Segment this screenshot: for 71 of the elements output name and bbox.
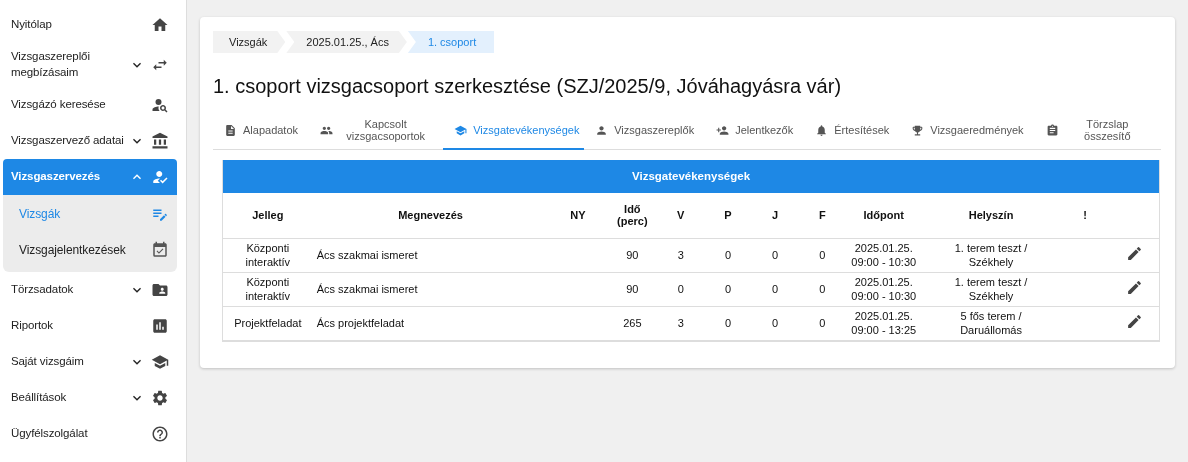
person-add-icon (716, 123, 730, 137)
sidebar-item[interactable]: Vizsgaszervezés (3, 159, 177, 195)
graduation-cap-icon (454, 123, 468, 137)
column-header: Megnevezés (312, 193, 549, 238)
tab[interactable]: Jelentkezők (705, 112, 805, 150)
table-cell: 1. terem teszt / Székhely (921, 272, 1061, 306)
sidebar-item[interactable]: Beállítások (3, 380, 177, 416)
sidebar-item[interactable]: Riportok (3, 308, 177, 344)
column-header: J (751, 193, 799, 238)
table-cell: 90 (607, 272, 658, 306)
table-cell: Projektfeladat (223, 306, 313, 340)
tab[interactable]: Vizsgaeredmények (900, 112, 1035, 150)
table-cell: 265 (607, 306, 658, 340)
table-cell: 0 (798, 306, 846, 340)
column-header: Idő (perc) (607, 193, 658, 238)
sidebar-item[interactable]: Vizsgaszervező adatai (3, 123, 177, 159)
tab[interactable]: Vizsgatevékenységek (443, 112, 585, 150)
sidebar-item[interactable]: Vizsgázó keresése (3, 87, 177, 123)
table-cell: 0 (751, 238, 799, 272)
bell-icon (815, 123, 829, 137)
sidebar-item[interactable]: Saját vizsgáim (3, 344, 177, 380)
table-cell: Ács szakmai ismeret (312, 272, 549, 306)
table-cell: 0 (798, 238, 846, 272)
trophy-icon (911, 123, 925, 137)
edit-button[interactable] (1125, 278, 1143, 296)
column-header: NY (548, 193, 608, 238)
table-cell: 0 (704, 272, 752, 306)
sidebar-subitem[interactable]: Vizsgajelentkezések (3, 232, 177, 268)
table-title: Vizsgatevékenységek (223, 160, 1159, 193)
sidebar-item[interactable]: Nyitólap (3, 7, 177, 43)
tab[interactable]: Vizsgaszereplők (584, 112, 706, 150)
table-cell: 90 (607, 238, 658, 272)
breadcrumb-item[interactable]: 2025.01.25., Ács (286, 31, 407, 53)
breadcrumb-item[interactable]: Vizsgák (213, 31, 286, 53)
sidebar-item[interactable]: Törzsadatok (3, 272, 177, 308)
document-icon (224, 123, 237, 137)
column-header: F (798, 193, 846, 238)
table-cell: 0 (751, 272, 799, 306)
table-cell: 3 (657, 306, 705, 340)
tab[interactable]: Törzslap összesítő (1034, 112, 1161, 150)
table-cell: 0 (798, 272, 846, 306)
tab[interactable]: Kapcsolt vizsgacsoportok (309, 112, 444, 150)
table-cell: 0 (657, 272, 705, 306)
person-icon (595, 123, 609, 137)
sidebar-item[interactable]: Ügyfélszolgálat (3, 416, 177, 452)
table-cell: 0 (704, 238, 752, 272)
table-cell: 3 (657, 238, 705, 272)
column-header: Helyszín (921, 193, 1061, 238)
edit-button[interactable] (1125, 244, 1143, 262)
table-cell: 2025.01.25. 09:00 - 10:30 (845, 238, 922, 272)
table-cell: Ács szakmai ismeret (312, 238, 549, 272)
table-cell: Központi interaktív (223, 272, 313, 306)
table-cell: Központi interaktív (223, 238, 313, 272)
clipboard-icon (1045, 123, 1059, 137)
table-cell: 1. terem teszt / Székhely (921, 238, 1061, 272)
table-cell: Ács projektfeladat (312, 306, 549, 340)
tab[interactable]: Alapadatok (213, 112, 310, 150)
table-cell: 2025.01.25. 09:00 - 13:25 (845, 306, 922, 340)
edit-button[interactable] (1125, 312, 1143, 330)
column-header: ! (1060, 193, 1110, 238)
column-header: P (704, 193, 752, 238)
column-header: V (657, 193, 705, 238)
column-header: Jelleg (223, 193, 313, 238)
column-header: Időpont (845, 193, 922, 238)
tab[interactable]: Értesítések (804, 112, 901, 150)
sidebar-item[interactable]: Vizsgaszereplői megbízásaim (3, 43, 177, 87)
table-cell: 5 fős terem / Daruállomás (921, 306, 1061, 340)
page-title: 1. csoport vizsgacsoport szerkesztése (SZJ/2025/9, Jóváhagyásra vár) (213, 75, 843, 98)
table-cell: 0 (751, 306, 799, 340)
table-cell: 0 (704, 306, 752, 340)
table-cell: 2025.01.25. 09:00 - 10:30 (845, 272, 922, 306)
